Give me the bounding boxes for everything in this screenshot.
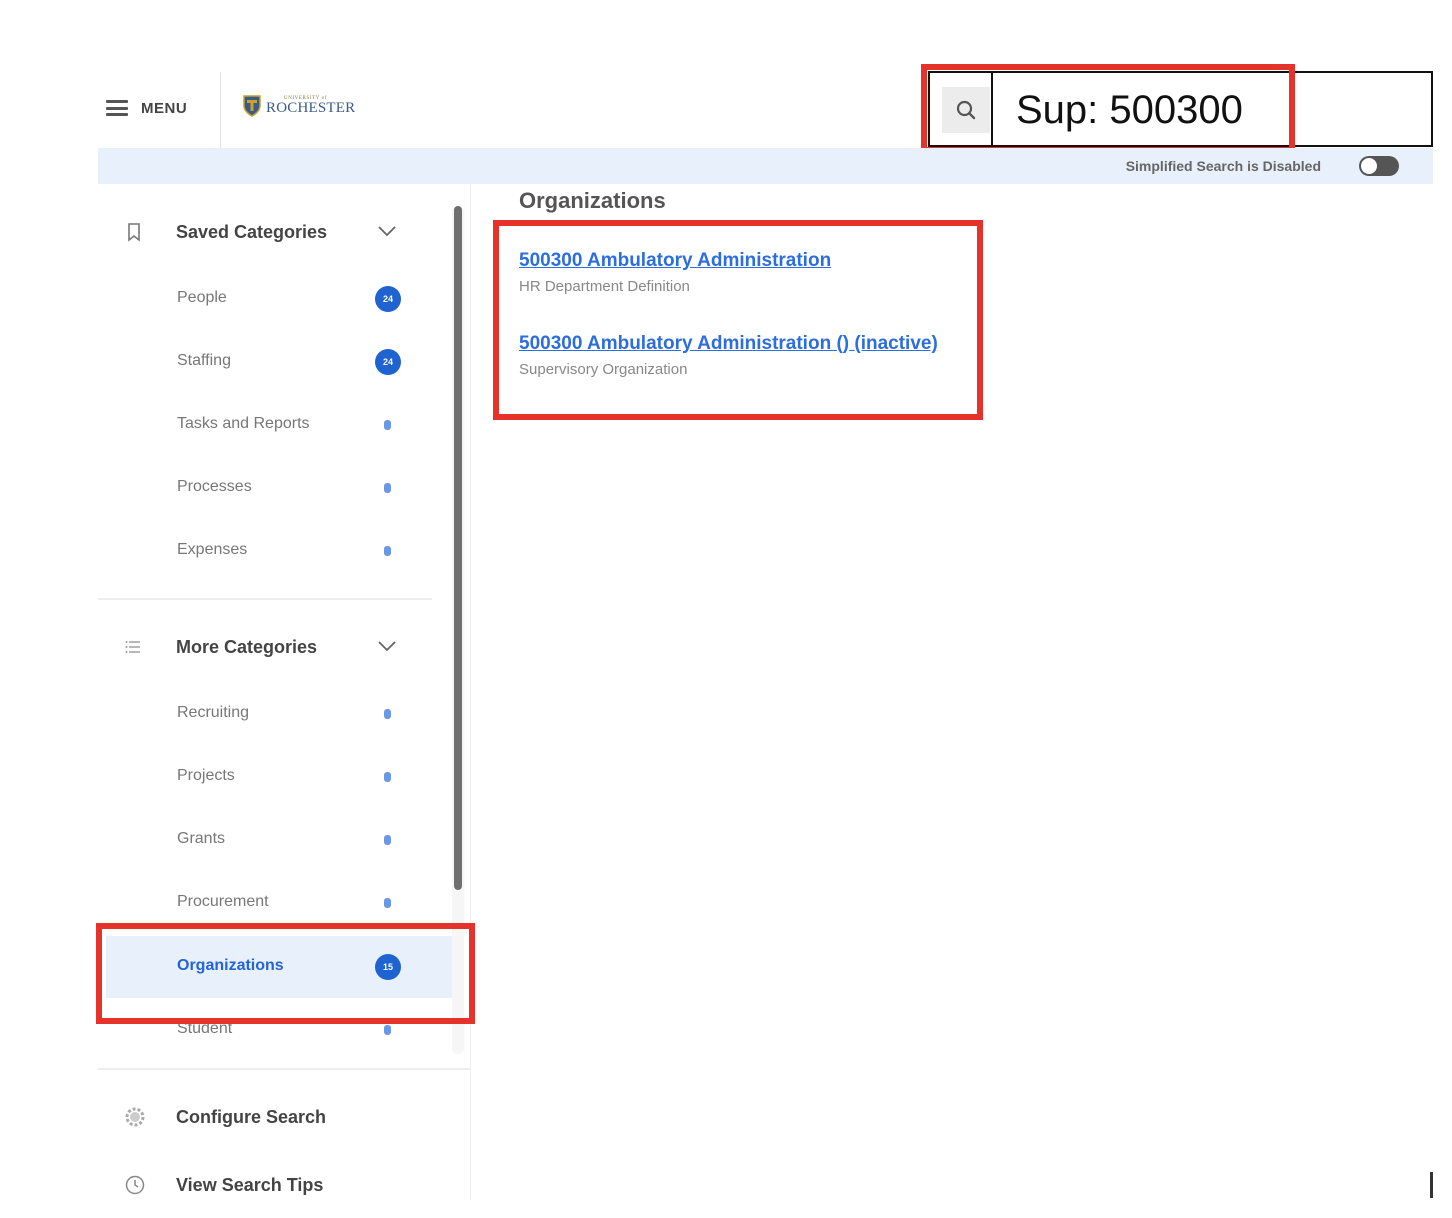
sidebar-item-recruiting[interactable]: Recruiting 0: [98, 683, 453, 745]
more-categories-title: More Categories: [176, 637, 318, 657]
view-search-tips-label: View Search Tips: [176, 1175, 324, 1195]
chevron-down-icon: [378, 226, 396, 237]
scrollbar-thumb[interactable]: [454, 206, 462, 890]
count-badge: 24: [375, 349, 401, 375]
configure-search-link[interactable]: Configure Search: [98, 1097, 398, 1137]
search-box: [928, 71, 1433, 147]
sidebar-item-student[interactable]: Student 0: [98, 999, 453, 1061]
sidebar-divider: [98, 598, 432, 600]
sidebar-item-processes[interactable]: Processes 0: [98, 457, 453, 519]
results-title: Organizations: [519, 188, 666, 213]
sidebar-item-organizations[interactable]: Organizations 15: [106, 936, 452, 998]
saved-categories-title: Saved Categories: [176, 222, 328, 242]
count-badge: 0: [384, 420, 391, 430]
count-badge: 0: [384, 835, 391, 845]
sidebar-item-staffing[interactable]: Staffing 24: [98, 331, 453, 393]
result-link[interactable]: 500300 Ambulatory Administration: [519, 250, 831, 272]
header-divider: [220, 72, 221, 148]
count-badge: 0: [384, 772, 391, 782]
toggle-knob: [1361, 158, 1377, 174]
search-button[interactable]: [942, 87, 990, 133]
sidebar-item-projects[interactable]: Projects 0: [98, 746, 453, 808]
chevron-down-icon: [378, 641, 396, 652]
count-badge: 0: [384, 709, 391, 719]
sidebar-item-label: Tasks and Reports: [177, 415, 310, 432]
result-item: 500300 Ambulatory Administration () (ina…: [519, 333, 938, 378]
search-separator: [991, 73, 993, 145]
search-icon: [956, 100, 976, 120]
sidebar-item-label: Student: [177, 1020, 233, 1037]
menu-button[interactable]: MENU: [106, 94, 187, 122]
sidebar-item-label: Expenses: [177, 541, 248, 558]
logo-text: ROCHESTER: [266, 100, 356, 116]
result-link[interactable]: 500300 Ambulatory Administration () (ina…: [519, 333, 938, 355]
simplified-search-label: Simplified Search is Disabled: [1125, 158, 1321, 174]
sidebar-item-label: Processes: [177, 478, 252, 495]
count-badge: 15: [375, 954, 401, 980]
sidebar-item-label: Grants: [177, 830, 226, 847]
sidebar-item-expenses[interactable]: Expenses 0: [98, 520, 453, 582]
simplified-search-toggle[interactable]: [1359, 156, 1399, 176]
clock-icon: [125, 1175, 145, 1195]
hamburger-icon: [106, 100, 128, 116]
sidebar-item-people[interactable]: People 24: [98, 268, 453, 330]
sidebar-item-label: Recruiting: [177, 704, 250, 721]
search-options-bar: Simplified Search is Disabled: [98, 148, 1433, 184]
sidebar-item-label: Projects: [177, 767, 235, 784]
more-categories-header[interactable]: More Categories: [98, 627, 418, 667]
search-input[interactable]: [994, 79, 1284, 141]
shield-icon: [243, 95, 261, 117]
sidebar-item-procurement[interactable]: Procurement 0: [98, 872, 453, 934]
list-icon: [125, 641, 140, 653]
gear-icon: [125, 1107, 145, 1127]
view-search-tips-link[interactable]: View Search Tips: [98, 1165, 398, 1205]
sidebar-item-grants[interactable]: Grants 0: [98, 809, 453, 871]
sidebar-item-label: Organizations: [177, 957, 284, 974]
result-item: 500300 Ambulatory Administration HR Depa…: [519, 250, 831, 295]
sidebar-item-label: Procurement: [177, 893, 269, 910]
result-subtitle: Supervisory Organization: [519, 361, 688, 378]
category-sidebar: Saved Categories People 24 Staffing 24 T…: [98, 184, 470, 1204]
menu-label: MENU: [141, 99, 188, 117]
configure-search-label: Configure Search: [176, 1107, 327, 1127]
count-badge: 0: [384, 1025, 391, 1035]
sidebar-border: [470, 184, 471, 1200]
sidebar-item-label: People: [177, 289, 227, 306]
sidebar-item-label: Staffing: [177, 352, 231, 369]
sidebar-divider: [98, 1068, 470, 1070]
bookmark-icon: [128, 223, 140, 242]
count-badge: 0: [384, 898, 391, 908]
count-badge: 24: [375, 286, 401, 312]
saved-categories-header[interactable]: Saved Categories: [98, 212, 418, 252]
text-cursor-mark: [1430, 1172, 1433, 1198]
university-logo[interactable]: UNIVERSITY of ROCHESTER: [242, 94, 355, 118]
count-badge: 0: [384, 546, 391, 556]
count-badge: 0: [384, 483, 391, 493]
result-subtitle: HR Department Definition: [519, 278, 690, 295]
sidebar-item-tasks-and-reports[interactable]: Tasks and Reports 0: [98, 394, 453, 456]
